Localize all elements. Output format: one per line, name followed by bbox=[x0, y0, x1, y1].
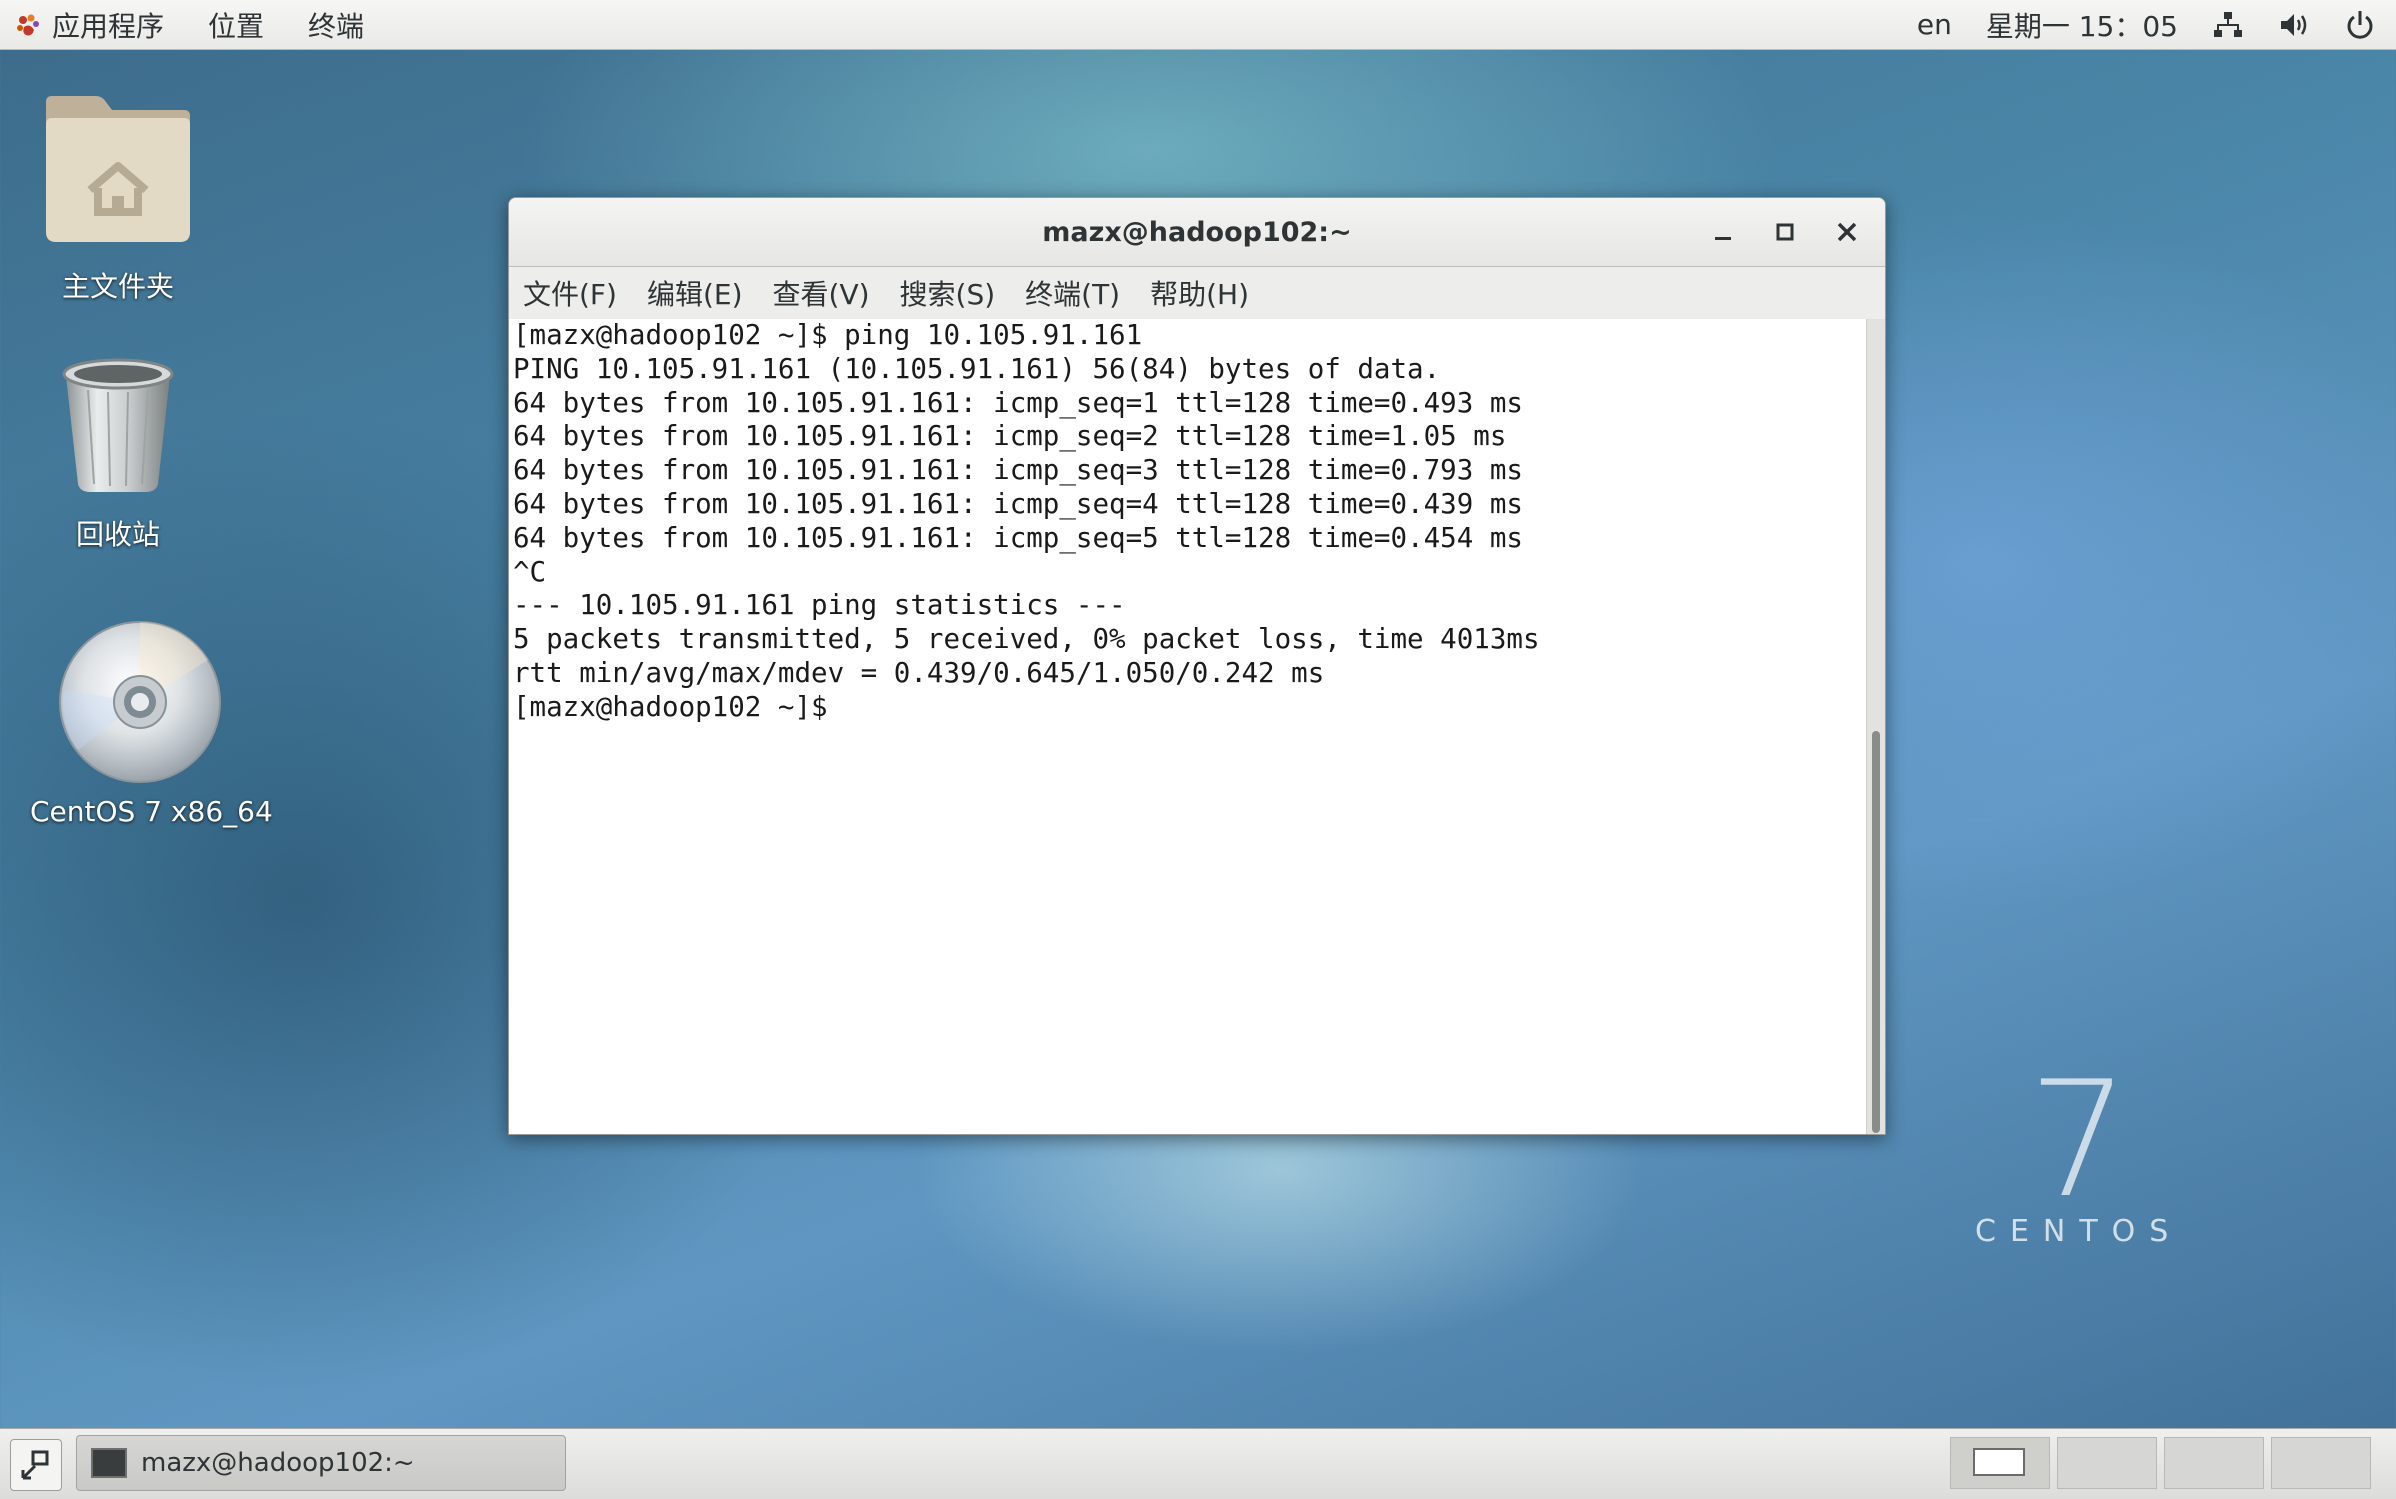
menu-help[interactable]: 帮助(H) bbox=[1150, 273, 1249, 313]
volume-icon[interactable] bbox=[2278, 9, 2310, 41]
desktop-icon-label: CentOS 7 x86_64 bbox=[30, 795, 273, 828]
menu-file[interactable]: 文件(F) bbox=[523, 273, 617, 313]
centos-watermark: 7 CENTOS bbox=[1975, 1046, 2183, 1250]
disc-icon bbox=[58, 621, 222, 791]
desktop-icon-cdrom[interactable]: CentOS 7 x86_64 bbox=[30, 620, 273, 828]
window-titlebar[interactable]: mazx@hadoop102:~ bbox=[509, 198, 1885, 267]
terminal-line: 64 bytes from 10.105.91.161: icmp_seq=4 … bbox=[513, 487, 1523, 520]
taskbar-item-label: mazx@hadoop102:~ bbox=[141, 1448, 415, 1478]
terminal-scrollbar[interactable] bbox=[1866, 319, 1885, 1134]
watermark-word: CENTOS bbox=[1975, 1214, 2183, 1249]
menu-view[interactable]: 查看(V) bbox=[773, 273, 870, 313]
desktop-icon-trash[interactable]: 回收站 bbox=[28, 356, 208, 553]
power-icon[interactable] bbox=[2344, 9, 2376, 41]
bottom-panel: mazx@hadoop102:~ bbox=[0, 1428, 2396, 1499]
terminal-line: 64 bytes from 10.105.91.161: icmp_seq=1 … bbox=[513, 386, 1523, 419]
terminal-line: 5 packets transmitted, 5 received, 0% pa… bbox=[513, 623, 1540, 656]
terminal-line: 64 bytes from 10.105.91.161: icmp_seq=2 … bbox=[513, 420, 1507, 453]
show-desktop-button[interactable] bbox=[10, 1439, 62, 1491]
close-button[interactable] bbox=[1823, 208, 1871, 256]
clock[interactable]: 星期一 15：05 bbox=[1986, 5, 2178, 45]
window-title: mazx@hadoop102:~ bbox=[1042, 216, 1352, 248]
menu-terminal[interactable]: 终端(T) bbox=[1025, 273, 1120, 313]
trash-icon bbox=[58, 358, 178, 503]
terminal-line: 64 bytes from 10.105.91.161: icmp_seq=3 … bbox=[513, 454, 1523, 487]
desktop-icon-home[interactable]: 主文件夹 bbox=[28, 92, 208, 305]
window-menubar: 文件(F) 编辑(E) 查看(V) 搜索(S) 终端(T) 帮助(H) bbox=[509, 267, 1885, 320]
watermark-number: 7 bbox=[2027, 1046, 2130, 1233]
minimize-button[interactable] bbox=[1699, 208, 1747, 256]
network-icon[interactable] bbox=[2212, 9, 2244, 41]
top-panel: 应用程序 位置 终端 en 星期一 15：05 bbox=[0, 0, 2396, 50]
menu-search[interactable]: 搜索(S) bbox=[900, 273, 996, 313]
home-folder-icon bbox=[38, 96, 198, 255]
workspace-3[interactable] bbox=[2164, 1437, 2264, 1489]
workspace-2[interactable] bbox=[2057, 1437, 2157, 1489]
terminal-line: PING 10.105.91.161 (10.105.91.161) 56(84… bbox=[513, 352, 1441, 385]
gnome-foot-icon[interactable] bbox=[14, 11, 42, 39]
maximize-button[interactable] bbox=[1761, 208, 1809, 256]
menu-edit[interactable]: 编辑(E) bbox=[647, 273, 743, 313]
workspace-window-thumb bbox=[1973, 1448, 2025, 1476]
applications-menu[interactable]: 应用程序 bbox=[52, 5, 164, 45]
terminal-line: --- 10.105.91.161 ping statistics --- bbox=[513, 589, 1126, 622]
terminal-line: ^C bbox=[513, 555, 547, 588]
places-menu[interactable]: 位置 bbox=[208, 5, 264, 45]
terminal-icon bbox=[91, 1448, 127, 1478]
desktop-icon-label: 回收站 bbox=[75, 518, 160, 551]
taskbar-item-terminal[interactable]: mazx@hadoop102:~ bbox=[76, 1435, 566, 1491]
terminal-window[interactable]: mazx@hadoop102:~ 文件(F) 编辑(E) 查看(V) 搜索(S)… bbox=[508, 197, 1886, 1135]
workspace-1[interactable] bbox=[1950, 1437, 2050, 1489]
scrollbar-thumb[interactable] bbox=[1872, 731, 1880, 1133]
terminal-line: [mazx@hadoop102 ~]$ ping 10.105.91.161 bbox=[513, 319, 1143, 351]
terminal-line: 64 bytes from 10.105.91.161: icmp_seq=5 … bbox=[513, 521, 1523, 554]
terminal-app-menu[interactable]: 终端 bbox=[308, 5, 364, 45]
desktop-icon-label: 主文件夹 bbox=[61, 270, 174, 303]
terminal-prompt: [mazx@hadoop102 ~]$ bbox=[513, 690, 845, 723]
workspace-4[interactable] bbox=[2271, 1437, 2371, 1489]
input-language-indicator[interactable]: en bbox=[1917, 8, 1952, 41]
terminal-line: rtt min/avg/max/mdev = 0.439/0.645/1.050… bbox=[513, 656, 1325, 689]
terminal-output[interactable]: [mazx@hadoop102 ~]$ ping 10.105.91.161 P… bbox=[509, 319, 1867, 1134]
